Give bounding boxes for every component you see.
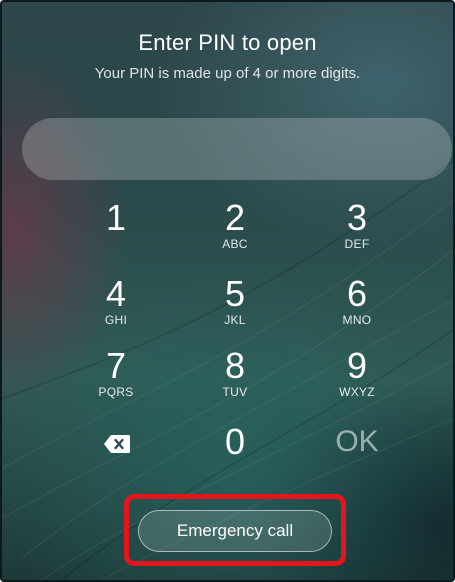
key-letters: WXYZ bbox=[339, 385, 375, 399]
key-digit: 8 bbox=[224, 345, 246, 386]
key-5[interactable]: 5 JKL bbox=[180, 275, 290, 337]
key-digit: 7 bbox=[105, 345, 127, 386]
key-8[interactable]: 8 TUV bbox=[180, 347, 290, 409]
backspace-icon[interactable] bbox=[103, 434, 131, 454]
highlight-annotation bbox=[124, 494, 346, 566]
key-6[interactable]: 6 MNO bbox=[302, 275, 412, 337]
key-7[interactable]: 7 PQRS bbox=[61, 347, 171, 409]
key-digit: 5 bbox=[224, 273, 246, 314]
key-letters: JKL bbox=[224, 313, 246, 327]
key-digit: 6 bbox=[346, 273, 368, 314]
page-title: Enter PIN to open bbox=[138, 30, 317, 55]
key-2[interactable]: 2 ABC bbox=[180, 199, 290, 261]
key-3[interactable]: 3 DEF bbox=[302, 199, 412, 261]
key-letters: GHI bbox=[104, 313, 128, 327]
pin-input[interactable] bbox=[22, 118, 452, 180]
key-digit: 0 bbox=[224, 421, 246, 462]
key-0[interactable]: 0 bbox=[180, 423, 290, 485]
ok-button[interactable]: OK bbox=[302, 423, 412, 485]
key-digit: 3 bbox=[346, 197, 368, 238]
key-digit: 4 bbox=[105, 273, 127, 314]
key-digit: 2 bbox=[224, 197, 246, 238]
key-digit: 1 bbox=[105, 197, 127, 238]
key-digit: 9 bbox=[346, 345, 368, 386]
key-9[interactable]: 9 WXYZ bbox=[302, 347, 412, 409]
key-letters: ABC bbox=[222, 237, 248, 251]
lock-screen: Enter PIN to open Your PIN is made up of… bbox=[0, 0, 455, 582]
key-letters: TUV bbox=[222, 385, 248, 399]
key-4[interactable]: 4 GHI bbox=[61, 275, 171, 337]
key-1[interactable]: 1 bbox=[61, 199, 171, 261]
ok-label: OK bbox=[335, 425, 379, 458]
key-letters: DEF bbox=[344, 237, 370, 251]
key-letters: MNO bbox=[342, 313, 372, 327]
page-subtitle: Your PIN is made up of 4 or more digits. bbox=[94, 65, 361, 82]
key-letters: PQRS bbox=[98, 385, 134, 399]
